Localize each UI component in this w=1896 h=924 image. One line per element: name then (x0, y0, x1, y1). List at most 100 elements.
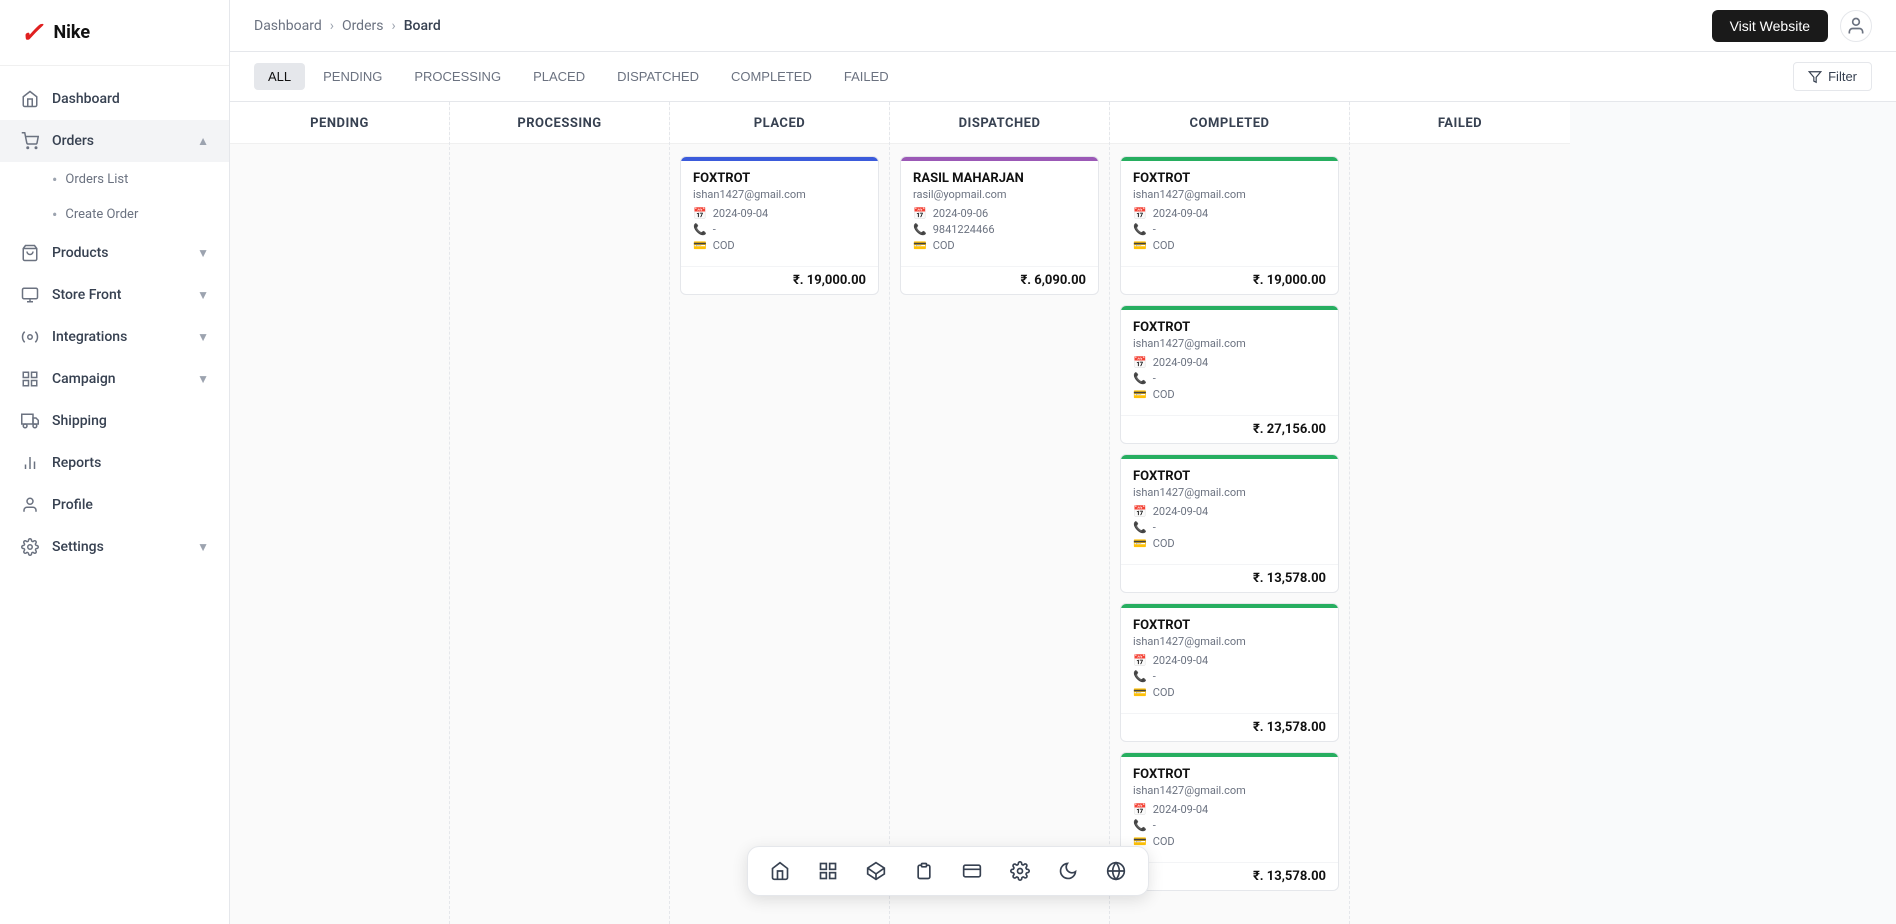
tab-pending[interactable]: PENDING (309, 63, 396, 90)
visit-website-button[interactable]: Visit Website (1712, 10, 1828, 42)
sidebar-item-orders-list[interactable]: Orders List (52, 162, 229, 197)
order-card-placed-1[interactable]: FOXTROT ishan1427@gmail.com 📅 2024-09-04… (680, 156, 879, 295)
card-phone: - (1153, 670, 1156, 683)
column-completed-cards: FOXTROT ishan1427@gmail.com 📅 2024-09-04… (1110, 144, 1349, 924)
board: PENDING PROCESSING PLACED (230, 102, 1896, 924)
payment-icon: 💳 (1133, 537, 1147, 550)
sidebar-item-orders-label: Orders (52, 133, 94, 149)
sidebar-logo: ✓ Nike (0, 0, 229, 66)
sidebar-item-dashboard-label: Dashboard (52, 91, 120, 107)
toolbar-moon-icon[interactable] (1052, 855, 1084, 887)
toolbar-settings-icon[interactable] (1004, 855, 1036, 887)
order-card-completed-1[interactable]: FOXTROT ishan1427@gmail.com 📅 2024-09-04… (1120, 156, 1339, 295)
card-amount: ₹. 19,000.00 (1121, 266, 1338, 294)
column-dispatched: DISPATCHED RASIL MAHARJAN rasil@yopmail.… (890, 102, 1110, 924)
card-body: FOXTROT ishan1427@gmail.com 📅 2024-09-04… (1121, 310, 1338, 415)
sidebar-item-reports-label: Reports (52, 455, 101, 471)
order-card-completed-2[interactable]: FOXTROT ishan1427@gmail.com 📅 2024-09-04… (1120, 305, 1339, 444)
column-placed: PLACED FOXTROT ishan1427@gmail.com 📅 202… (670, 102, 890, 924)
card-phone-row: 📞 - (1133, 223, 1326, 236)
column-pending-header: PENDING (230, 102, 449, 144)
sidebar-item-profile[interactable]: Profile (0, 484, 229, 526)
sidebar-item-settings[interactable]: Settings ▼ (0, 526, 229, 568)
tab-processing[interactable]: PROCESSING (400, 63, 515, 90)
order-card-completed-4[interactable]: FOXTROT ishan1427@gmail.com 📅 2024-09-04… (1120, 603, 1339, 742)
order-card-dispatched-1[interactable]: RASIL MAHARJAN rasil@yopmail.com 📅 2024-… (900, 156, 1099, 295)
calendar-icon: 📅 (1133, 803, 1147, 816)
sidebar-item-campaign-label: Campaign (52, 371, 116, 387)
card-amount: ₹. 13,578.00 (1121, 862, 1338, 890)
settings-chevron-icon: ▼ (197, 540, 209, 554)
card-email: rasil@yopmail.com (913, 188, 1086, 201)
sidebar-item-shipping[interactable]: Shipping (0, 400, 229, 442)
topbar-right: Visit Website (1712, 10, 1872, 42)
tab-completed[interactable]: COMPLETED (717, 63, 826, 90)
filter-button[interactable]: Filter (1793, 62, 1872, 91)
sidebar-item-dashboard[interactable]: Dashboard (0, 78, 229, 120)
card-amount: ₹. 13,578.00 (1121, 713, 1338, 741)
breadcrumb-board: Board (404, 18, 441, 34)
phone-icon: 📞 (1133, 223, 1147, 236)
card-phone-row: 📞 - (693, 223, 866, 236)
user-account-icon[interactable] (1840, 10, 1872, 42)
phone-icon: 📞 (1133, 819, 1147, 832)
profile-icon (20, 495, 40, 515)
column-failed: FAILED (1350, 102, 1570, 924)
card-meta: 📅 2024-09-04 📞 - 💳 COD (693, 207, 866, 252)
toolbar-clipboard-icon[interactable] (908, 855, 940, 887)
sidebar-item-storefront[interactable]: Store Front ▼ (0, 274, 229, 316)
sidebar-item-create-order[interactable]: Create Order (52, 197, 229, 232)
card-payment-row: 💳 COD (1133, 388, 1326, 401)
sidebar-item-products-label: Products (52, 245, 109, 261)
breadcrumb-dashboard[interactable]: Dashboard (254, 18, 322, 34)
card-payment-row: 💳 COD (913, 239, 1086, 252)
sidebar-item-orders[interactable]: Orders ▲ (0, 120, 229, 162)
order-card-completed-3[interactable]: FOXTROT ishan1427@gmail.com 📅 2024-09-04… (1120, 454, 1339, 593)
order-card-completed-5[interactable]: FOXTROT ishan1427@gmail.com 📅 2024-09-04… (1120, 752, 1339, 891)
breadcrumb-orders[interactable]: Orders (342, 18, 384, 34)
card-date-row: 📅 2024-09-06 (913, 207, 1086, 220)
orders-chevron-icon: ▲ (197, 134, 209, 148)
sidebar-item-reports[interactable]: Reports (0, 442, 229, 484)
breadcrumb-sep-2: › (391, 18, 395, 34)
column-pending: PENDING (230, 102, 450, 924)
sidebar-item-integrations[interactable]: Integrations ▼ (0, 316, 229, 358)
phone-icon: 📞 (913, 223, 927, 236)
orders-list-label: Orders List (65, 172, 128, 187)
card-body: FOXTROT ishan1427@gmail.com 📅 2024-09-04… (1121, 459, 1338, 564)
column-completed-header: COMPLETED (1110, 102, 1349, 144)
toolbar-grid-icon[interactable] (812, 855, 844, 887)
sidebar-item-campaign[interactable]: Campaign ▼ (0, 358, 229, 400)
breadcrumb: Dashboard › Orders › Board (254, 18, 441, 34)
toolbar-globe-icon[interactable] (1100, 855, 1132, 887)
sidebar-item-shipping-label: Shipping (52, 413, 107, 429)
column-placed-header: PLACED (670, 102, 889, 144)
card-date: 2024-09-06 (933, 207, 989, 220)
card-meta: 📅 2024-09-04 📞 - 💳 COD (1133, 356, 1326, 401)
card-payment: COD (1153, 835, 1175, 848)
products-chevron-icon: ▼ (197, 246, 209, 260)
toolbar-card-icon[interactable] (956, 855, 988, 887)
toolbar-home-icon[interactable] (764, 855, 796, 887)
column-placed-cards: FOXTROT ishan1427@gmail.com 📅 2024-09-04… (670, 144, 889, 924)
card-date: 2024-09-04 (1153, 356, 1209, 369)
tab-failed[interactable]: FAILED (830, 63, 903, 90)
integrations-chevron-icon: ▼ (197, 330, 209, 344)
settings-icon (20, 537, 40, 557)
phone-icon: 📞 (1133, 670, 1147, 683)
shipping-icon (20, 411, 40, 431)
toolbar-cube-icon[interactable] (860, 855, 892, 887)
sidebar-item-products[interactable]: Products ▼ (0, 232, 229, 274)
tab-dispatched[interactable]: DISPATCHED (603, 63, 713, 90)
breadcrumb-sep-1: › (330, 18, 334, 34)
card-date: 2024-09-04 (1153, 505, 1209, 518)
tab-all[interactable]: ALL (254, 63, 305, 90)
column-dispatched-cards: RASIL MAHARJAN rasil@yopmail.com 📅 2024-… (890, 144, 1109, 924)
card-customer-name: FOXTROT (1133, 320, 1326, 335)
tab-placed[interactable]: PLACED (519, 63, 599, 90)
column-failed-header: FAILED (1350, 102, 1570, 144)
filter-icon (1808, 70, 1822, 84)
card-payment-row: 💳 COD (1133, 537, 1326, 550)
column-pending-cards (230, 144, 449, 924)
card-meta: 📅 2024-09-04 📞 - 💳 COD (1133, 207, 1326, 252)
